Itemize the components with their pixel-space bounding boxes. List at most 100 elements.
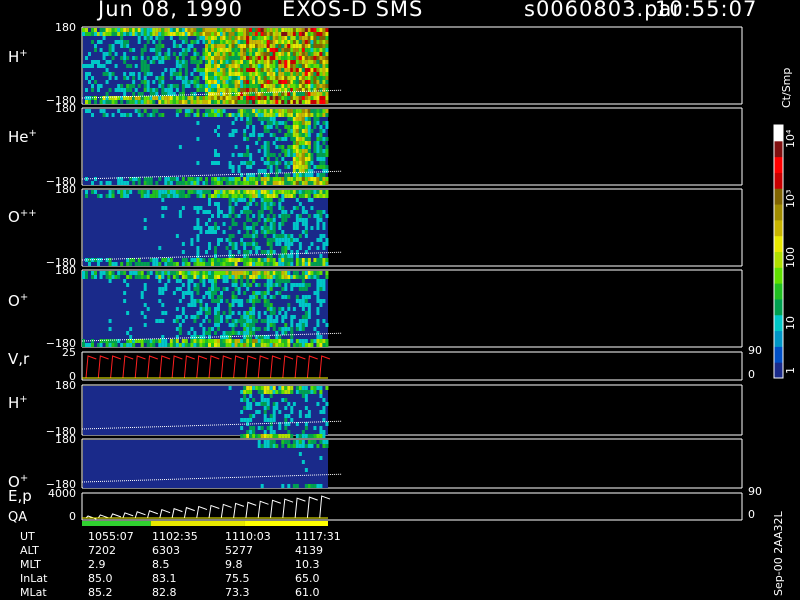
heatmap-cell [234, 202, 238, 206]
heatmap-cell [240, 331, 244, 335]
heatmap-cell [298, 121, 302, 125]
heatmap-cell [272, 440, 276, 444]
heatmap-cell [295, 386, 299, 390]
heatmap-cell [220, 275, 223, 279]
heatmap-cell [167, 190, 171, 194]
heatmap-cell [246, 287, 250, 291]
heatmap-cell [228, 80, 232, 84]
heatmap-cell [325, 402, 329, 406]
heatmap-cell [252, 181, 256, 185]
heatmap-cell [263, 444, 267, 448]
ephemeris-label: InLat [20, 572, 48, 585]
heatmap-cell [196, 76, 200, 80]
heatmap-cell [94, 48, 97, 52]
heatmap-cell [319, 149, 323, 153]
heatmap-cell [295, 113, 299, 117]
heatmap-cell [284, 254, 288, 258]
heatmap-cell [190, 32, 194, 36]
heatmap-cell [158, 291, 162, 295]
heatmap-cell [88, 343, 91, 347]
heatmap-cell [266, 181, 270, 185]
heatmap-cell [199, 343, 203, 347]
heatmap-cell [237, 100, 241, 104]
heatmap-cell [307, 64, 311, 68]
heatmap-cell [175, 319, 179, 323]
heatmap-cell [208, 113, 211, 117]
heatmap-cell [234, 214, 238, 218]
heatmap-cell [278, 169, 282, 173]
heatmap-cell [199, 323, 203, 327]
heatmap-cell [269, 76, 273, 80]
heatmap-cell [278, 161, 282, 165]
heatmap-cell [243, 206, 247, 210]
heatmap-cell [217, 210, 220, 214]
heatmap-cell [319, 343, 323, 347]
heatmap-cell [237, 36, 241, 40]
heatmap-cell [304, 339, 308, 343]
heatmap-cell [313, 52, 317, 56]
heatmap-cell [246, 60, 250, 64]
line-mark [134, 511, 146, 519]
heatmap-cell [266, 291, 270, 295]
heatmap-cell [298, 40, 302, 44]
heatmap-cell [275, 177, 279, 181]
heatmap-cell [301, 194, 305, 198]
heatmap-cell [82, 275, 85, 279]
heatmap-cell [278, 307, 282, 311]
heatmap-cell [94, 275, 97, 279]
heatmap-cell [234, 92, 238, 96]
heatmap-cell [164, 262, 168, 266]
heatmap-cell [284, 287, 288, 291]
heatmap-cell [249, 121, 253, 125]
heatmap-cell [319, 36, 323, 40]
heatmap-cell [287, 165, 291, 169]
heatmap-cell [278, 386, 282, 390]
heatmap-cell [214, 291, 217, 295]
heatmap-cell [199, 72, 203, 76]
heatmap-cell [205, 44, 208, 48]
heatmap-cell [307, 181, 311, 185]
heatmap-cell [249, 402, 253, 406]
heatmap-cell [275, 36, 279, 40]
heatmap-cell [281, 52, 285, 56]
heatmap-cell [316, 121, 320, 125]
heatmap-cell [292, 76, 296, 80]
ephemeris-value: 4139 [295, 544, 323, 557]
heatmap-cell [292, 181, 296, 185]
heatmap-cell [228, 76, 232, 80]
heatmap-cell [295, 92, 299, 96]
heatmap-cell [266, 271, 270, 275]
heatmap-cell [292, 40, 296, 44]
heatmap-cell [240, 194, 244, 198]
heatmap-cell [208, 52, 211, 56]
heatmap-cell [313, 484, 317, 488]
heatmap-cell [205, 275, 208, 279]
heatmap-cell [246, 40, 250, 44]
heatmap-cell [161, 271, 165, 275]
heatmap-cell [237, 92, 241, 96]
heatmap-cell [322, 68, 326, 72]
heatmap-cell [301, 218, 305, 222]
heatmap-cell [228, 202, 232, 206]
heatmap-cell [205, 250, 208, 254]
heatmap-cell [269, 434, 273, 438]
heatmap-cell [319, 410, 323, 414]
heatmap-cell [292, 141, 296, 145]
heatmap-cell [304, 262, 308, 266]
heatmap-cell [129, 327, 133, 331]
heatmap-cell [231, 92, 235, 96]
heatmap-cell [102, 109, 106, 113]
heatmap-cell [266, 32, 270, 36]
heatmap-cell [316, 181, 320, 185]
heatmap-cell [234, 60, 238, 64]
heatmap-cell [225, 238, 229, 242]
heatmap-cell [231, 48, 235, 52]
heatmap-cell [193, 335, 197, 339]
heatmap-cell [313, 56, 317, 60]
heatmap-cell [225, 299, 229, 303]
colorbar-swatch [774, 156, 783, 173]
heatmap-cell [255, 246, 259, 250]
heatmap-cell [322, 319, 326, 323]
heatmap-cell [234, 100, 238, 104]
line-mark [282, 355, 294, 379]
